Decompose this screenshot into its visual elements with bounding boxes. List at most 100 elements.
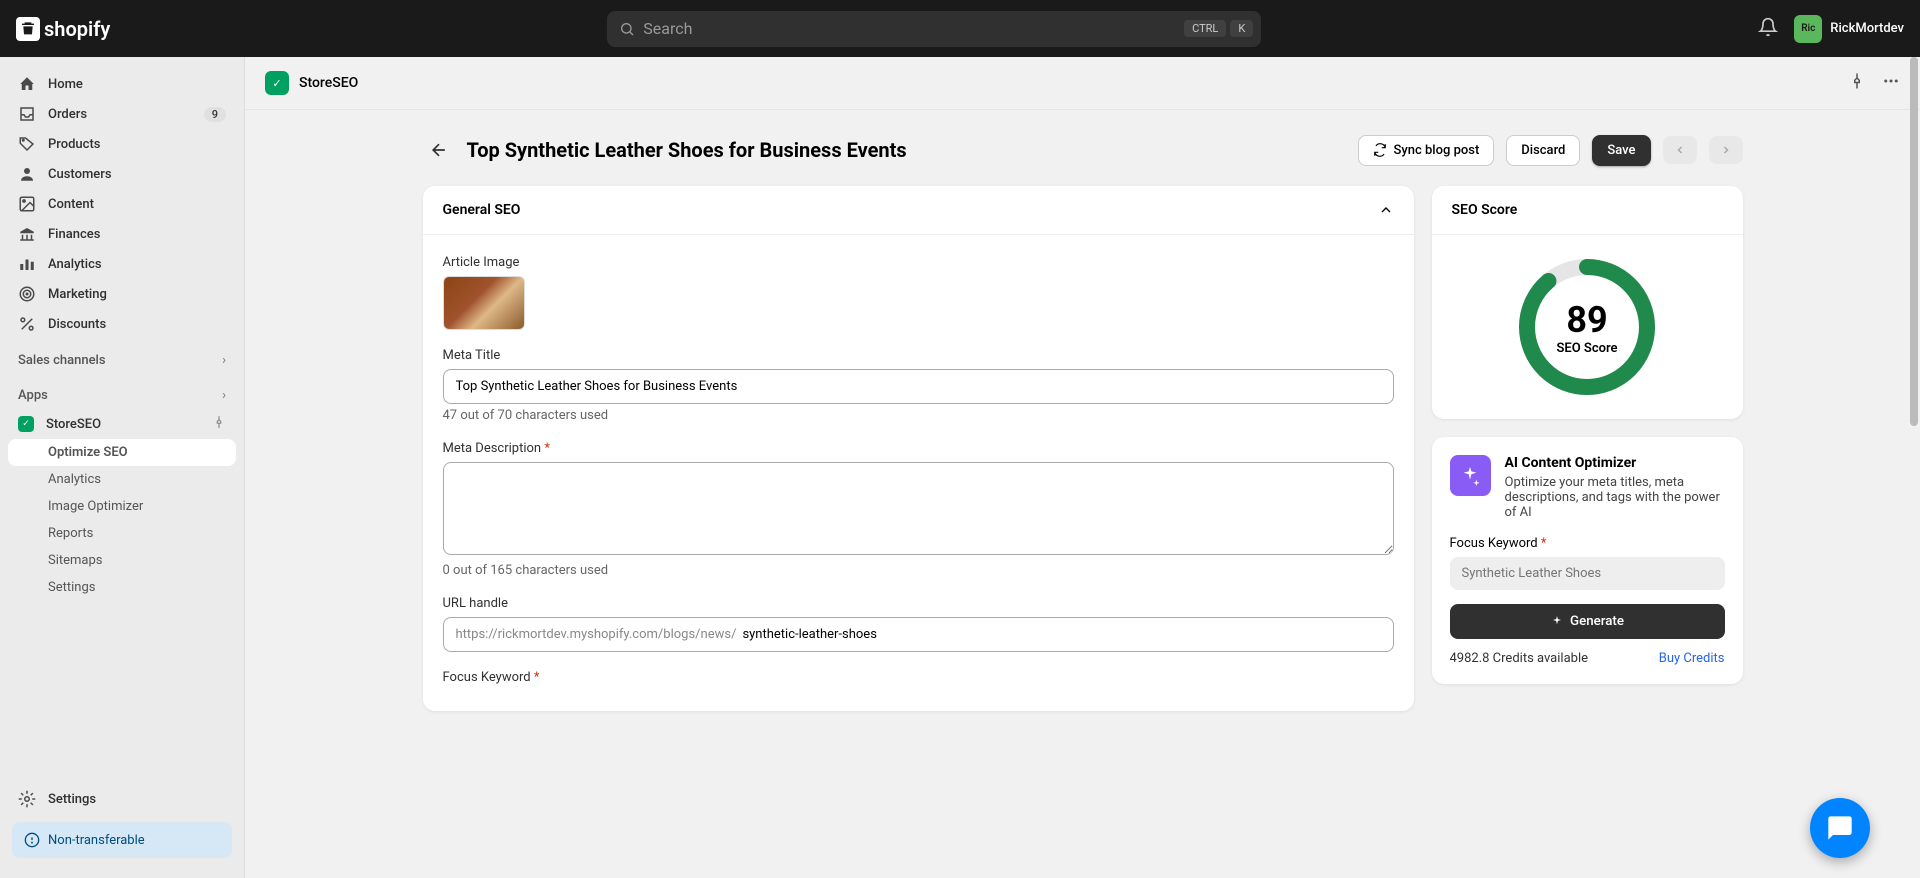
generate-button[interactable]: Generate [1450,604,1725,639]
non-transferable-banner[interactable]: Non-transferable [12,822,232,858]
username: RickMortdev [1830,21,1904,36]
arrow-left-icon [429,140,449,160]
ai-optimizer-description: Optimize your meta titles, meta descript… [1505,475,1725,520]
nav-sitemaps[interactable]: Sitemaps [8,547,236,574]
next-button[interactable] [1709,136,1743,164]
page-header: Top Synthetic Leather Shoes for Business… [423,134,1743,166]
meta-description-input[interactable] [443,462,1394,555]
target-icon [18,285,36,303]
app-header-title: StoreSEO [299,75,358,91]
inbox-icon [18,105,36,123]
image-icon [18,195,36,213]
user-menu[interactable]: Ric RickMortdev [1794,15,1904,43]
seo-score-header: SEO Score [1432,186,1743,235]
notifications-icon[interactable] [1758,17,1778,41]
discard-button[interactable]: Discard [1506,135,1580,166]
nav-image-optimizer[interactable]: Image Optimizer [8,493,236,520]
pin-app-icon[interactable] [1848,72,1866,94]
article-image-thumbnail[interactable] [443,276,525,330]
sync-blog-button[interactable]: Sync blog post [1358,135,1494,166]
search-input[interactable]: Search CTRL K [607,11,1261,47]
orders-badge: 9 [204,107,226,122]
storeseo-header-icon: ✓ [265,71,289,95]
logo-text: shopify [44,17,110,41]
pin-icon[interactable] [212,415,226,433]
shopify-bag-icon [16,17,40,41]
percent-icon [18,315,36,333]
ai-optimizer-title: AI Content Optimizer [1505,455,1725,471]
meta-description-label: Meta Description * [443,441,1394,456]
app-header: ✓ StoreSEO [245,57,1920,110]
back-button[interactable] [423,134,455,166]
sync-icon [1373,143,1387,157]
meta-title-input[interactable] [443,369,1394,404]
sparkle-icon [1450,455,1491,496]
nav-orders[interactable]: Orders 9 [8,99,236,129]
general-seo-card: General SEO Article Image Meta Title [423,186,1414,711]
nav-customers[interactable]: Customers [8,159,236,189]
search-shortcut: CTRL K [1184,20,1253,37]
meta-description-hint: 0 out of 165 characters used [443,563,1394,578]
ai-focus-keyword-label: Focus Keyword * [1450,536,1725,551]
nav-finances[interactable]: Finances [8,219,236,249]
apps-section[interactable]: Apps › [8,374,236,409]
search-icon [619,21,635,37]
nav-content[interactable]: Content [8,189,236,219]
chat-fab[interactable] [1810,798,1870,858]
search-placeholder: Search [643,19,1176,38]
nav-analytics[interactable]: Analytics [8,249,236,279]
sparkle-small-icon [1550,615,1564,629]
nav-marketing[interactable]: Marketing [8,279,236,309]
sidebar: Home Orders 9 Products Customers Content… [0,57,245,878]
nav-discounts[interactable]: Discounts [8,309,236,339]
general-seo-header[interactable]: General SEO [423,186,1414,235]
url-handle-input[interactable]: https://rickmortdev.myshopify.com/blogs/… [443,617,1394,652]
meta-title-hint: 47 out of 70 characters used [443,408,1394,423]
scrollbar-thumb[interactable] [1910,57,1918,426]
chevron-up-icon [1378,202,1394,218]
sales-channels-section[interactable]: Sales channels › [8,339,236,374]
nav-settings[interactable]: Settings [8,784,236,814]
storeseo-app-icon: ✓ [18,416,34,432]
seo-score-label: SEO Score [1556,341,1617,356]
bank-icon [18,225,36,243]
prev-button[interactable] [1663,136,1697,164]
buy-credits-link[interactable]: Buy Credits [1659,651,1725,666]
nav-app-analytics[interactable]: Analytics [8,466,236,493]
chart-icon [18,255,36,273]
shopify-logo[interactable]: shopify [16,17,110,41]
chevron-right-icon: › [222,388,226,403]
chevron-right-icon: › [222,353,226,368]
topbar: shopify Search CTRL K Ric RickMortdev [0,0,1920,57]
avatar: Ric [1794,15,1822,43]
seo-score-value: 89 [1566,299,1607,341]
info-icon [24,832,40,848]
page-title: Top Synthetic Leather Shoes for Business… [467,138,1347,162]
home-icon [18,75,36,93]
more-icon[interactable] [1882,72,1900,94]
seo-score-ring: 89 SEO Score [1515,255,1659,399]
nav-reports[interactable]: Reports [8,520,236,547]
credits-available: 4982.8 Credits available [1450,651,1589,666]
ai-focus-keyword-input[interactable] [1450,557,1725,590]
url-handle-label: URL handle [443,596,1394,611]
nav-optimize-seo[interactable]: Optimize SEO [8,439,236,466]
ai-optimizer-card: AI Content Optimizer Optimize your meta … [1432,437,1743,684]
nav-products[interactable]: Products [8,129,236,159]
url-slug: synthetic-leather-shoes [742,627,876,642]
chevron-right-icon [1720,144,1732,156]
save-button[interactable]: Save [1592,135,1650,166]
chevron-left-icon [1674,144,1686,156]
nav-app-settings[interactable]: Settings [8,574,236,601]
seo-score-card: SEO Score 89 SEO Score [1432,186,1743,419]
gear-icon [18,790,36,808]
tag-icon [18,135,36,153]
scrollbar[interactable] [1908,57,1920,878]
nav-home[interactable]: Home [8,69,236,99]
user-icon [18,165,36,183]
focus-keyword-label: Focus Keyword * [443,670,1394,685]
article-image-label: Article Image [443,255,1394,270]
chat-icon [1826,814,1854,842]
url-prefix: https://rickmortdev.myshopify.com/blogs/… [456,627,737,642]
nav-storeseo-app[interactable]: ✓ StoreSEO [8,409,236,439]
